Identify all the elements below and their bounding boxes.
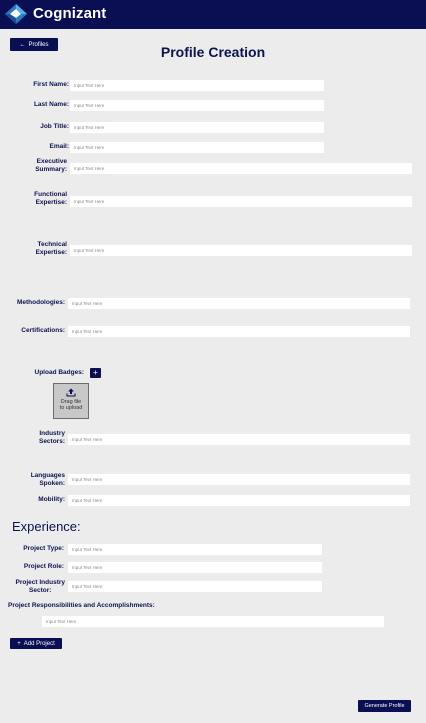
industry-sectors-label-line2: Sectors: bbox=[38, 438, 65, 445]
project-industry-label-line1: Project Industry bbox=[15, 579, 65, 586]
last-name-input[interactable] bbox=[70, 100, 324, 111]
job-title-label: Job Title: bbox=[40, 123, 69, 130]
project-responsibilities-input[interactable] bbox=[42, 616, 384, 627]
executive-summary-label-line2: Summary: bbox=[35, 166, 67, 173]
technical-expertise-label-line2: Expertise: bbox=[35, 249, 67, 256]
generate-profile-label: Generate Profile bbox=[364, 703, 405, 709]
first-name-input[interactable] bbox=[70, 80, 324, 91]
project-role-label: Project Role: bbox=[23, 563, 64, 570]
add-badge-button[interactable]: + bbox=[90, 368, 101, 378]
project-type-input[interactable] bbox=[68, 544, 322, 555]
mobility-label: Mobility: bbox=[38, 496, 65, 503]
project-industry-label-line2: Sector: bbox=[29, 587, 52, 594]
generate-profile-button[interactable]: Generate Profile bbox=[358, 700, 411, 712]
certifications-input[interactable] bbox=[68, 326, 410, 337]
executive-summary-label: Executive Summary: bbox=[35, 158, 67, 174]
badge-dropzone[interactable]: Drag file to upload bbox=[53, 383, 89, 419]
executive-summary-label-line1: Executive bbox=[36, 158, 67, 165]
languages-spoken-input[interactable] bbox=[68, 474, 410, 485]
project-role-input[interactable] bbox=[68, 562, 322, 573]
dropzone-line2: to upload bbox=[59, 405, 83, 411]
dropzone-text: Drag file to upload bbox=[54, 399, 88, 411]
upload-icon bbox=[66, 388, 76, 397]
page-title: Profile Creation bbox=[160, 44, 266, 60]
email-label: Email: bbox=[49, 143, 69, 150]
project-industry-sector-input[interactable] bbox=[68, 581, 322, 592]
mobility-input[interactable] bbox=[68, 495, 410, 506]
industry-sectors-label-line1: Industry bbox=[39, 430, 65, 437]
brand-name: Cognizant bbox=[33, 5, 107, 22]
functional-expertise-label: Functional Expertise: bbox=[34, 191, 67, 207]
industry-sectors-input[interactable] bbox=[68, 434, 410, 445]
first-name-label: First Name: bbox=[33, 81, 69, 88]
technical-expertise-label-line1: Technical bbox=[37, 241, 67, 248]
languages-spoken-label: Languages Spoken: bbox=[31, 472, 65, 488]
industry-sectors-label: Industry Sectors: bbox=[39, 430, 65, 446]
languages-spoken-label-line2: Spoken: bbox=[39, 480, 65, 487]
languages-spoken-label-line1: Languages bbox=[30, 472, 65, 479]
experience-heading: Experience: bbox=[12, 519, 81, 534]
add-project-label: Add Project bbox=[23, 640, 55, 647]
functional-expertise-input[interactable] bbox=[70, 196, 412, 207]
methodologies-label: Methodologies: bbox=[16, 299, 65, 306]
cognizant-logo-icon bbox=[5, 4, 27, 24]
executive-summary-input[interactable] bbox=[70, 163, 412, 174]
technical-expertise-input[interactable] bbox=[70, 245, 412, 256]
top-bar: Cognizant bbox=[0, 0, 426, 29]
technical-expertise-label: Technical Expertise: bbox=[36, 241, 67, 257]
upload-badges-label: Upload Badges: bbox=[34, 369, 84, 376]
certifications-label: Certifications: bbox=[21, 327, 65, 334]
last-name-label: Last Name: bbox=[33, 101, 69, 108]
add-project-button[interactable]: + Add Project bbox=[10, 638, 62, 649]
plus-icon: + bbox=[93, 368, 98, 377]
functional-expertise-label-line1: Functional bbox=[34, 191, 67, 198]
methodologies-input[interactable] bbox=[68, 298, 410, 309]
project-industry-sector-label: Project Industry Sector: bbox=[16, 579, 65, 595]
project-type-label: Project Type: bbox=[23, 545, 64, 552]
job-title-input[interactable] bbox=[70, 122, 324, 133]
email-input[interactable] bbox=[70, 142, 324, 153]
plus-icon: + bbox=[17, 640, 21, 647]
project-responsibilities-label: Project Responsibilities and Accomplishm… bbox=[8, 602, 155, 609]
functional-expertise-label-line2: Expertise: bbox=[35, 199, 67, 206]
